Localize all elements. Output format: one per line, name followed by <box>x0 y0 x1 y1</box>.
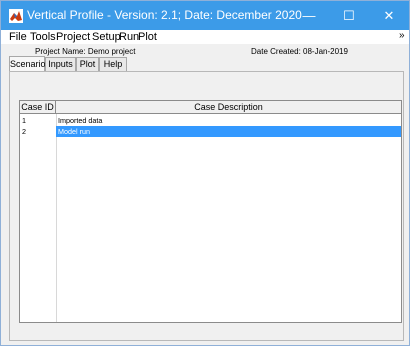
column-divider <box>56 114 57 322</box>
case-id-cell[interactable]: 1 <box>20 115 56 126</box>
date-created-label: Date Created: 08-Jan-2019 <box>251 47 348 56</box>
menu-setup[interactable]: Setup <box>92 31 121 43</box>
window-title: Vertical Profile - Version: 2.1; Date: D… <box>27 8 302 22</box>
menu-bar: File Tools Project Setup Run Plot » <box>1 30 409 44</box>
menu-overflow-icon[interactable]: » <box>399 30 405 41</box>
table-row[interactable]: 1 Imported data <box>20 115 401 126</box>
project-name-label: Project Name: Demo project <box>35 47 136 56</box>
tab-scenarios[interactable]: Scenarios <box>9 56 50 72</box>
case-id-cell[interactable]: 2 <box>20 126 56 137</box>
scenarios-table: Case ID Case Description 1 Imported data… <box>19 100 402 323</box>
maximize-button[interactable]: ☐ <box>329 1 369 30</box>
column-header-case-id[interactable]: Case ID <box>20 101 56 113</box>
tab-plot[interactable]: Plot <box>76 57 99 71</box>
menu-tools[interactable]: Tools <box>30 31 56 43</box>
menu-file[interactable]: File <box>9 31 27 43</box>
table-header: Case ID Case Description <box>20 101 401 114</box>
minimize-button[interactable]: — <box>289 1 329 30</box>
matlab-icon <box>9 9 23 23</box>
tab-help[interactable]: Help <box>99 57 127 71</box>
menu-project[interactable]: Project <box>56 31 90 43</box>
close-button[interactable]: ✕ <box>369 1 409 30</box>
title-bar[interactable]: Vertical Profile - Version: 2.1; Date: D… <box>1 1 409 30</box>
tab-inputs[interactable]: Inputs <box>45 57 76 71</box>
menu-plot[interactable]: Plot <box>138 31 157 43</box>
app-window: Vertical Profile - Version: 2.1; Date: D… <box>0 0 410 346</box>
menu-run[interactable]: Run <box>119 31 139 43</box>
column-header-case-description[interactable]: Case Description <box>56 101 401 113</box>
case-description-cell[interactable]: Imported data <box>56 115 401 126</box>
table-row-selected[interactable]: 2 Model run <box>20 126 401 137</box>
case-description-cell[interactable]: Model run <box>56 126 401 137</box>
